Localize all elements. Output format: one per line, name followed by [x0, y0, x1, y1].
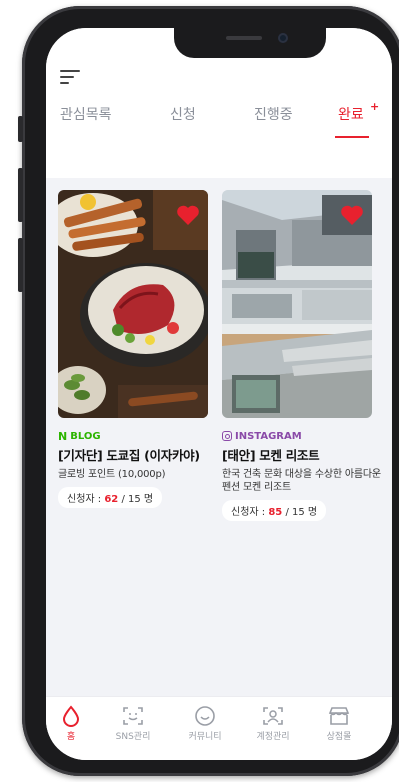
campaign-thumbnail-food[interactable]	[58, 190, 208, 418]
tab-bar: 관심목록 신청 진행중 완료	[46, 104, 392, 140]
app-screen: 관심목록 신청 진행중 완료 + N BLOG [기자단] 도쿄집 (이자카야)…	[46, 28, 392, 760]
campaign-title[interactable]: [태안] 모켄 리조트	[222, 445, 382, 464]
tab-applied[interactable]: 신청	[170, 104, 196, 124]
applicant-count-pill: 신청자 : 62 / 15 명	[58, 487, 163, 508]
smile-icon	[195, 706, 215, 726]
source-badge: N BLOG	[58, 429, 210, 443]
instagram-icon	[222, 431, 232, 441]
campaign-description: 글로빙 포인트 (10,000p)	[58, 469, 166, 480]
source-badge: INSTAGRAM	[222, 430, 382, 442]
nav-sns[interactable]: SNS관리	[102, 705, 164, 742]
campaign-card[interactable]: INSTAGRAM [태안] 모켄 리조트 한국 건축 문화 대상을 수상한 아…	[222, 190, 382, 521]
home-drop-icon	[62, 705, 80, 727]
campaign-thumbnail-resort[interactable]	[222, 190, 372, 418]
tab-in-progress[interactable]: 진행중	[254, 104, 293, 124]
account-icon	[263, 707, 283, 725]
campaign-title[interactable]: [기자단] 도쿄집 (이자카야)	[58, 445, 210, 464]
volume-up-button	[18, 168, 23, 222]
nav-account[interactable]: 계정관리	[242, 705, 304, 742]
tab-wishlist[interactable]: 관심목록	[60, 104, 112, 124]
source-label: INSTAGRAM	[235, 430, 302, 442]
face-scan-icon	[123, 707, 143, 725]
bottom-navigation: 홈 SNS관리 커뮤니티 계정관리 상점몰	[46, 696, 392, 760]
campaign-card[interactable]: N BLOG [기자단] 도쿄집 (이자카야) 글로빙 포인트 (10,000p…	[58, 190, 210, 508]
applicants-count: 85	[268, 507, 283, 518]
front-camera	[278, 33, 288, 43]
heart-icon[interactable]	[340, 204, 364, 226]
applicants-capacity: / 15 명	[121, 494, 154, 505]
shop-icon	[328, 707, 350, 725]
applicants-label: 신청자 :	[231, 507, 266, 518]
nav-community-label: 커뮤니티	[188, 732, 222, 742]
campaign-description: 한국 건축 문화 대상을 수상한 아름다운 펜션 모켄 리조트	[222, 469, 381, 493]
nav-home[interactable]: 홈	[46, 705, 102, 742]
nav-shop[interactable]: 상점몰	[308, 705, 370, 742]
notch	[174, 28, 326, 58]
active-tab-indicator	[335, 136, 369, 138]
nav-shop-label: 상점몰	[326, 732, 352, 742]
tab-completed[interactable]: 완료	[338, 104, 364, 124]
source-label: BLOG	[70, 430, 101, 442]
menu-icon[interactable]	[60, 68, 84, 88]
speaker-grille	[226, 36, 262, 40]
naver-n-icon: N	[58, 429, 68, 443]
tab-new-badge: +	[370, 100, 380, 113]
nav-home-label: 홈	[66, 732, 76, 742]
heart-icon[interactable]	[176, 204, 200, 226]
applicants-capacity: / 15 명	[285, 507, 318, 518]
nav-sns-label: SNS관리	[115, 732, 151, 742]
applicant-count-pill: 신청자 : 85 / 15 명	[222, 500, 327, 521]
volume-down-button	[18, 238, 23, 292]
applicants-count: 62	[104, 494, 119, 505]
nav-account-label: 계정관리	[256, 732, 290, 742]
nav-community[interactable]: 커뮤니티	[174, 705, 236, 742]
applicants-label: 신청자 :	[67, 494, 102, 505]
mute-switch	[18, 116, 23, 142]
